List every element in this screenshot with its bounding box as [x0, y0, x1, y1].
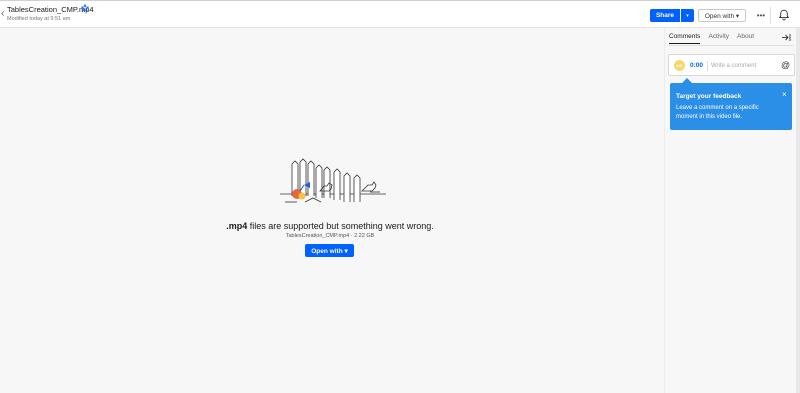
- panel-tabs: Comments Activity About: [669, 33, 754, 44]
- open-with-center-button[interactable]: Open with ▾: [305, 244, 354, 257]
- feedback-tooltip: Target your feedback × Leave a comment o…: [670, 78, 792, 130]
- mention-icon[interactable]: @: [781, 60, 790, 70]
- scrollbar[interactable]: [796, 28, 800, 393]
- error-extension: .mp4: [226, 221, 248, 231]
- tooltip-text: Leave a comment on a specific moment in …: [676, 105, 759, 120]
- divider: [770, 7, 771, 24]
- share-button[interactable]: Share: [650, 9, 680, 22]
- top-bar: ‹ TablesCreation_CMP.mp4 Modified today …: [0, 0, 800, 28]
- file-info: TablesCreation_CMP.mp4 · 2.22 GB: [285, 233, 375, 239]
- open-with-button[interactable]: Open with ▾: [698, 9, 746, 22]
- modified-text: Modified today at 9:51 am: [7, 16, 71, 22]
- divider: [707, 61, 708, 71]
- tab-activity[interactable]: Activity: [708, 33, 729, 44]
- error-message: .mp4 files are supported but something w…: [190, 221, 470, 231]
- comments-panel: Comments Activity About MB 0:00 Write a …: [664, 28, 800, 393]
- error-text: files are supported but something went w…: [247, 221, 434, 231]
- star-icon[interactable]: [81, 4, 89, 12]
- tabs-divider: [669, 45, 793, 46]
- close-icon[interactable]: ×: [782, 90, 787, 99]
- chevron-left-icon[interactable]: ‹: [1, 8, 4, 19]
- more-options-button[interactable]: •••: [753, 9, 769, 22]
- bell-icon[interactable]: [778, 9, 790, 21]
- arrow-right-bar-icon[interactable]: [781, 33, 791, 42]
- share-dropdown-button[interactable]: ▾: [681, 9, 694, 22]
- tab-comments[interactable]: Comments: [669, 33, 701, 44]
- tooltip-title: Target your feedback: [676, 93, 742, 100]
- avatar: MB: [674, 60, 685, 71]
- error-illustration: [280, 158, 386, 210]
- comment-input-box[interactable]: MB 0:00 Write a comment @: [668, 54, 795, 76]
- tab-about[interactable]: About: [737, 33, 754, 44]
- comment-timestamp[interactable]: 0:00: [690, 62, 703, 69]
- comment-input[interactable]: Write a comment: [711, 63, 756, 69]
